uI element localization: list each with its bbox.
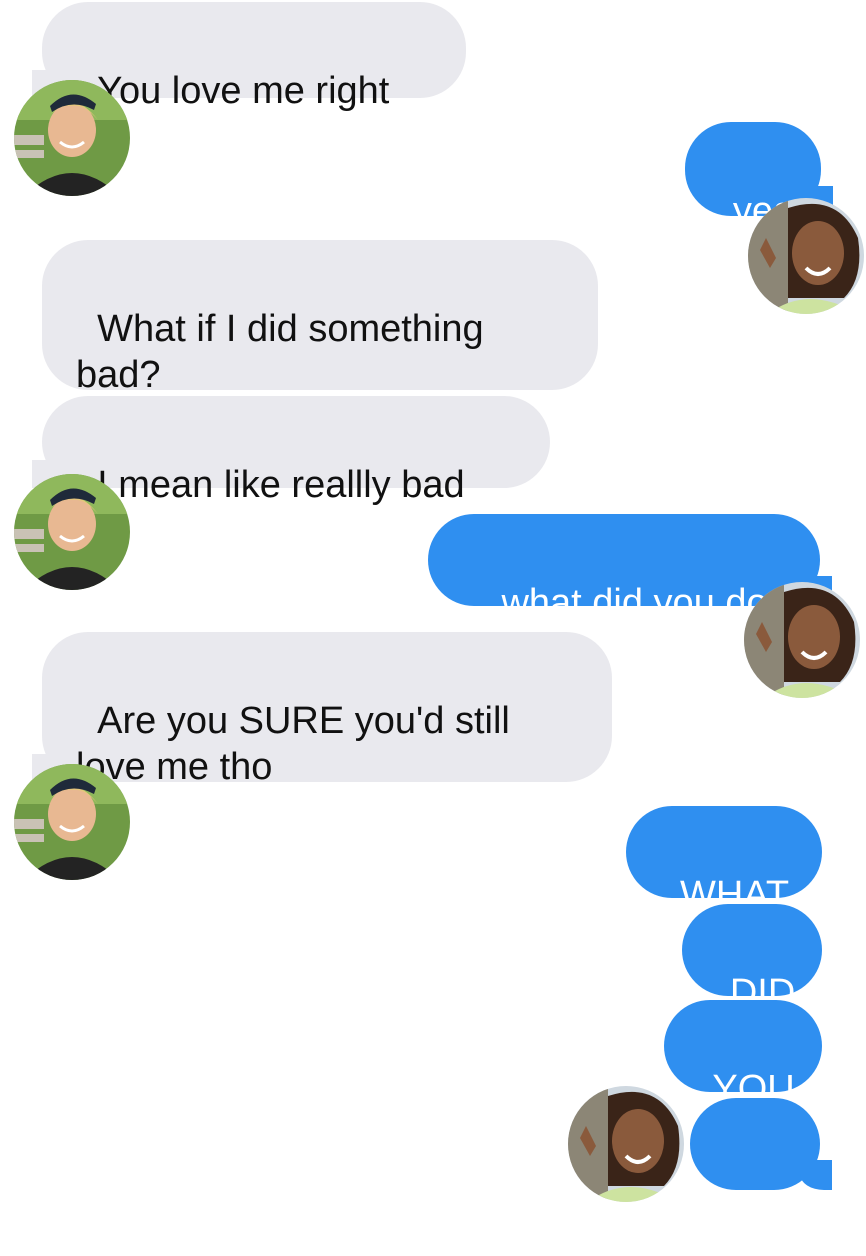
message-text: I mean like reallly bad bbox=[97, 464, 465, 506]
message-text: DO bbox=[726, 1212, 784, 1254]
contact-photo bbox=[14, 764, 130, 880]
contact-avatar[interactable] bbox=[14, 474, 130, 590]
outgoing-message: YOU bbox=[664, 1000, 822, 1110]
message-text: What if I did something bad? bbox=[76, 308, 484, 396]
contact-avatar[interactable] bbox=[14, 764, 130, 880]
incoming-message: Are you SURE you'd still love me tho bbox=[32, 632, 612, 788]
message-text: what did you do bbox=[501, 582, 768, 624]
message-text: You love me right bbox=[97, 70, 390, 112]
incoming-message: What if I did something bad? bbox=[42, 240, 598, 396]
message-text: Are you SURE you'd still love me tho bbox=[76, 700, 510, 788]
incoming-message: You love me right bbox=[32, 2, 466, 112]
contact-photo bbox=[14, 80, 130, 196]
outgoing-message: what did you do bbox=[428, 514, 832, 624]
contact-avatar[interactable] bbox=[14, 80, 130, 196]
outgoing-message: DID bbox=[682, 904, 822, 1014]
outgoing-message: DO bbox=[690, 1098, 832, 1254]
user-avatar[interactable] bbox=[744, 582, 860, 698]
user-photo bbox=[744, 582, 860, 698]
user-avatar[interactable] bbox=[748, 198, 864, 314]
user-photo bbox=[748, 198, 864, 314]
user-avatar[interactable] bbox=[568, 1086, 684, 1202]
incoming-message: I mean like reallly bad bbox=[32, 396, 550, 506]
user-photo bbox=[568, 1086, 684, 1202]
contact-photo bbox=[14, 474, 130, 590]
outgoing-message: WHAT bbox=[626, 806, 822, 916]
